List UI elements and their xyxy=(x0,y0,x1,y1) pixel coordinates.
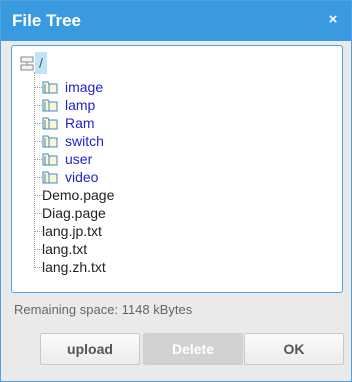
tree-connector xyxy=(34,231,42,232)
tree-connector xyxy=(34,195,42,196)
tree-folder-label[interactable]: Ram xyxy=(65,114,95,132)
tree-connector xyxy=(34,105,42,106)
tree-connector xyxy=(34,72,35,268)
tree-folder-label[interactable]: user xyxy=(65,150,92,168)
file-tree-panel: / image lamp Ram switch user video Demo.page Di… xyxy=(11,45,343,293)
folder-icon[interactable] xyxy=(42,151,58,167)
close-icon[interactable]: × xyxy=(325,11,341,29)
drive-icon[interactable] xyxy=(20,56,34,72)
remaining-space: Remaining space: 1148 kBytes xyxy=(14,302,193,317)
tree-connector xyxy=(34,213,42,214)
delete-button[interactable]: Delete xyxy=(143,333,243,365)
tree-connector xyxy=(34,159,42,160)
tree-connector xyxy=(34,123,42,124)
dialog-title: File Tree xyxy=(12,11,81,30)
tree-connector xyxy=(34,267,42,268)
tree-file-label[interactable]: Diag.page xyxy=(42,204,106,222)
upload-button[interactable]: upload xyxy=(40,333,140,365)
folder-icon[interactable] xyxy=(42,97,58,113)
tree-file-label[interactable]: lang.zh.txt xyxy=(42,258,106,276)
tree-file-label[interactable]: lang.jp.txt xyxy=(42,222,102,240)
ok-button[interactable]: OK xyxy=(244,333,344,365)
tree-folder-label[interactable]: lamp xyxy=(65,96,95,114)
folder-icon[interactable] xyxy=(42,115,58,131)
tree-connector xyxy=(34,87,42,88)
folder-icon[interactable] xyxy=(42,133,58,149)
tree-folder-label[interactable]: video xyxy=(65,168,98,186)
tree-root[interactable]: / xyxy=(35,52,47,74)
tree-connector xyxy=(34,249,42,250)
folder-icon[interactable] xyxy=(42,79,58,95)
folder-icon[interactable] xyxy=(42,169,58,185)
tree-connector xyxy=(34,141,42,142)
title-bar: File Tree × xyxy=(1,1,351,41)
tree-folder-label[interactable]: switch xyxy=(65,132,104,150)
tree-file-label[interactable]: Demo.page xyxy=(42,186,114,204)
tree-connector xyxy=(34,177,42,178)
file-tree-dialog: File Tree × / image lamp Ram switch user vide… xyxy=(0,0,352,382)
tree-file-label[interactable]: lang.txt xyxy=(42,240,87,258)
tree-folder-label[interactable]: image xyxy=(65,78,103,96)
